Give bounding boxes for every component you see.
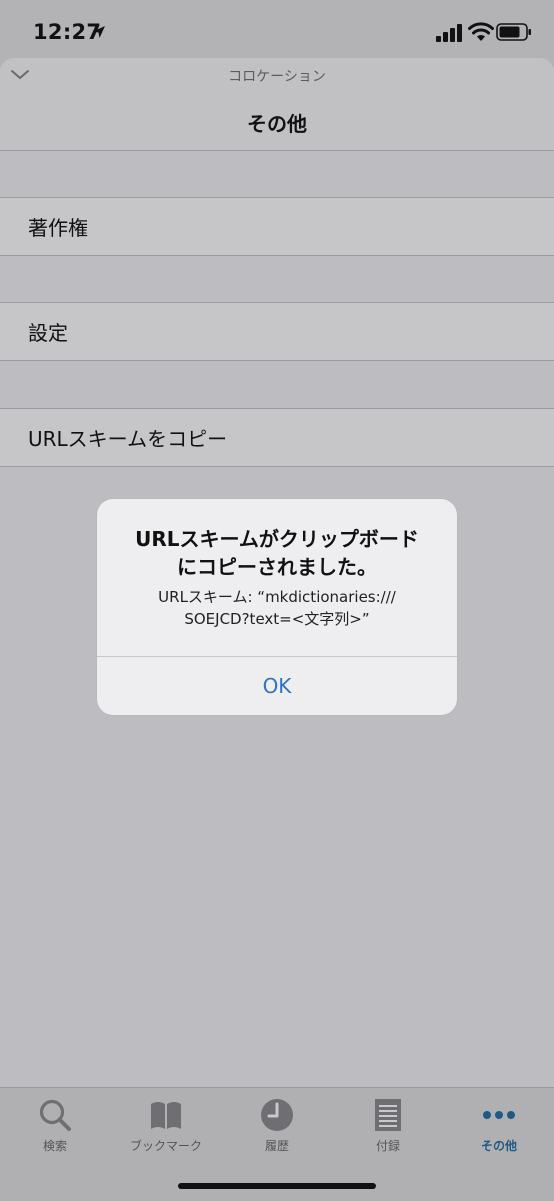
alert-message-line: URLスキーム: “mkdictionaries:///: [158, 588, 396, 606]
page-title: その他: [247, 112, 307, 136]
tab-label: 検索: [42, 1139, 67, 1153]
tab-label: その他: [480, 1139, 517, 1153]
alert-title-line: にコピーされました。: [177, 555, 377, 579]
search-icon: [39, 1099, 71, 1131]
alert-title-line: URLスキームがクリップボード: [135, 527, 419, 551]
clock-icon: [261, 1099, 293, 1131]
battery-icon: [496, 23, 531, 41]
alert-message-line: SOEJCD?text=<文字列>”: [184, 610, 370, 628]
tab-appendix[interactable]: 付録: [333, 1088, 443, 1178]
navigation-bar: コロケーション その他: [0, 58, 554, 151]
wifi-icon: [468, 22, 494, 41]
status-bar: 12:27: [0, 0, 554, 62]
more-icon: [483, 1111, 515, 1119]
tab-more[interactable]: その他: [444, 1088, 554, 1178]
tab-history[interactable]: 履歴: [222, 1088, 332, 1178]
nav-subtitle: コロケーション: [228, 69, 326, 85]
tab-label: ブックマーク: [129, 1139, 202, 1153]
list-item-settings[interactable]: 設定: [0, 302, 554, 361]
document-icon: [375, 1099, 401, 1131]
list-item-label: 設定: [28, 321, 68, 345]
alert-title: URLスキームがクリップボード にコピーされました。: [111, 525, 443, 581]
ok-button[interactable]: OK: [97, 657, 457, 715]
list-item-label: 著作権: [28, 216, 88, 240]
tab-search[interactable]: 検索: [0, 1088, 110, 1178]
tab-label: 付録: [375, 1139, 400, 1153]
list-item-copyright[interactable]: 著作権: [0, 197, 554, 256]
cellular-signal-icon: [436, 24, 462, 42]
alert-message: URLスキーム: “mkdictionaries:/// SOEJCD?text…: [111, 586, 443, 630]
tab-bookmarks[interactable]: ブックマーク: [111, 1088, 221, 1178]
location-arrow-icon: [93, 26, 105, 38]
list-item-copy-url-scheme[interactable]: URLスキームをコピー: [0, 408, 554, 467]
home-indicator: [178, 1183, 376, 1189]
alert-dialog: URLスキームがクリップボード にコピーされました。 URLスキーム: “mkd…: [97, 499, 457, 715]
book-icon: [151, 1102, 181, 1129]
tab-label: 履歴: [264, 1139, 289, 1153]
list-item-label: URLスキームをコピー: [28, 427, 228, 451]
